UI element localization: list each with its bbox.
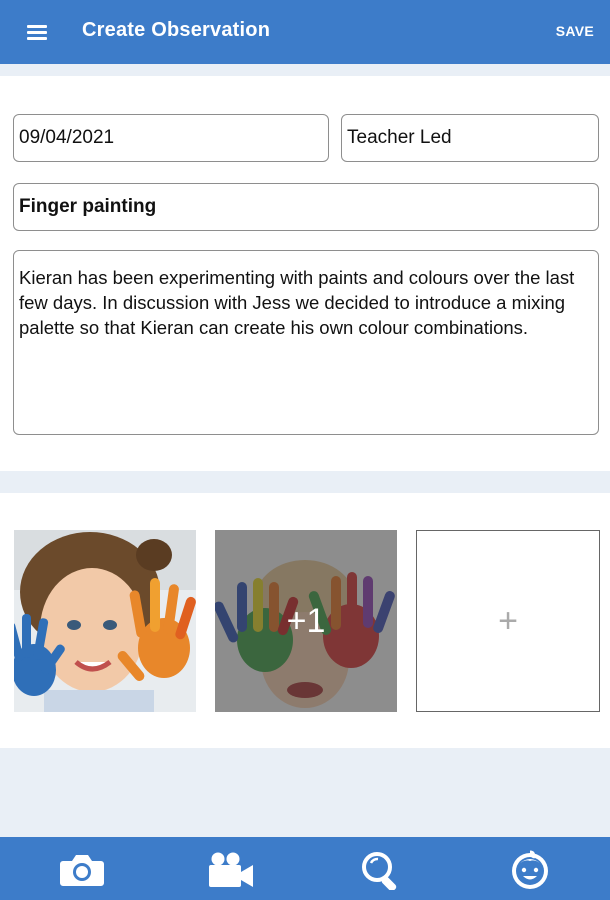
- save-button[interactable]: SAVE: [556, 23, 594, 39]
- media-card: +1 +: [0, 493, 610, 748]
- photo-thumbnail[interactable]: [14, 530, 196, 712]
- camera-icon[interactable]: [57, 850, 107, 890]
- search-icon[interactable]: [357, 850, 407, 890]
- date-field[interactable]: 09/04/2021: [13, 114, 329, 162]
- hamburger-menu-icon[interactable]: [22, 20, 54, 46]
- observation-notes-field[interactable]: Kieran has been experimenting with paint…: [13, 250, 599, 435]
- additional-photos-count: +1: [286, 601, 326, 640]
- child-face-icon[interactable]: [505, 850, 555, 890]
- add-media-button[interactable]: +: [416, 530, 600, 712]
- video-camera-icon[interactable]: [205, 850, 255, 890]
- photo-thumbnail-more[interactable]: +1: [215, 530, 397, 712]
- child-painted-hands-photo: [14, 530, 196, 712]
- observation-title-field[interactable]: Finger painting: [13, 183, 599, 231]
- observation-type-field[interactable]: Teacher Led: [341, 114, 599, 162]
- observation-form-card: 09/04/2021 Teacher Led Finger painting K…: [0, 76, 610, 471]
- page-title: Create Observation: [82, 19, 271, 41]
- bottom-navigation: [0, 837, 610, 900]
- app-bar: Create Observation SAVE: [0, 0, 610, 64]
